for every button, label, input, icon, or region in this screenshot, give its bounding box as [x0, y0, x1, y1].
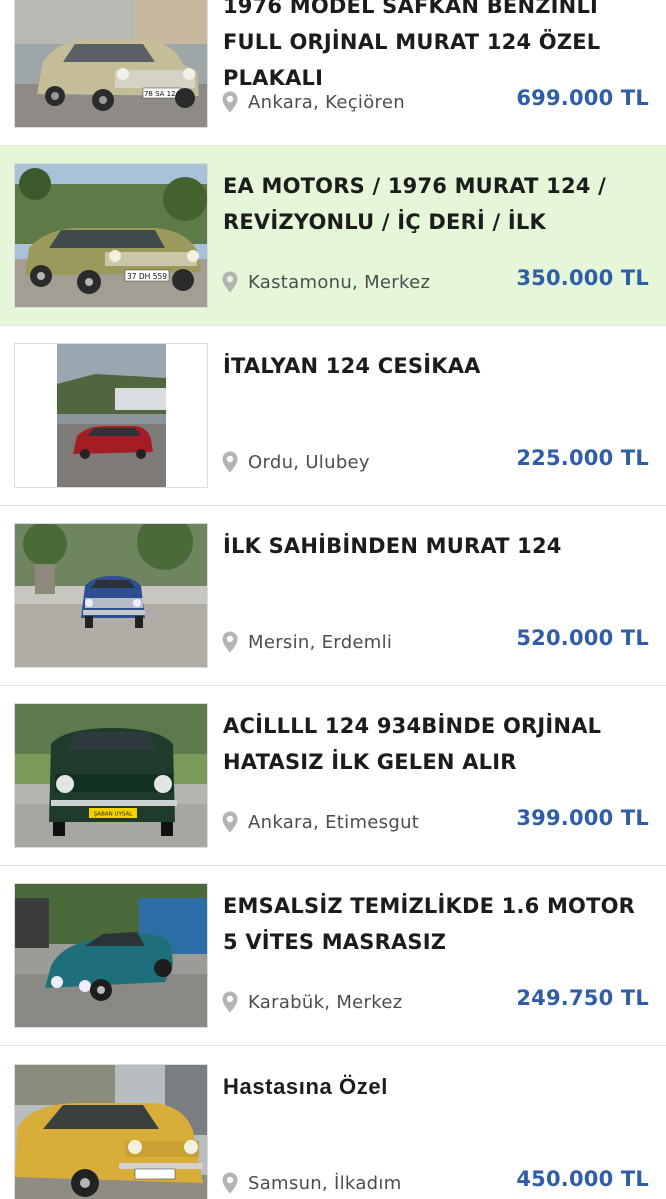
listing-card[interactable]: ŞABAN UYSAL ACİLLLL 124 934BİNDE ORJİNAL…: [0, 686, 666, 866]
listing-location: Samsun, İlkadım: [222, 1171, 402, 1195]
listing-photo[interactable]: [14, 343, 208, 488]
location-pin-icon: [222, 631, 238, 653]
listing-list: 78 SA 124 1976 MODEL SAFKAN BENZİNLİ FUL…: [0, 0, 666, 1199]
license-plate: ŞABAN UYSAL: [94, 812, 133, 818]
location-text: Samsun, İlkadım: [248, 1172, 402, 1194]
listing-card[interactable]: 78 SA 124 1976 MODEL SAFKAN BENZİNLİ FUL…: [0, 0, 666, 146]
listing-location: Mersin, Erdemli: [222, 630, 392, 654]
listing-card[interactable]: İTALYAN 124 CESİKAA Ordu, Ulubey 225.000…: [0, 326, 666, 506]
location-text: Ankara, Etimesgut: [248, 811, 420, 833]
location-pin-icon: [222, 91, 238, 113]
license-plate: 37 DH 559: [127, 272, 167, 281]
listing-price: 520.000 TL: [516, 626, 649, 650]
listing-location: Karabük, Merkez: [222, 990, 402, 1014]
listing-title[interactable]: 1976 MODEL SAFKAN BENZİNLİ FULL ORJİNAL …: [223, 0, 653, 96]
listing-price: 249.750 TL: [516, 986, 649, 1010]
listing-photo[interactable]: [14, 883, 208, 1028]
listing-card[interactable]: İLK SAHİBİNDEN MURAT 124 Mersin, Erdemli…: [0, 506, 666, 686]
listing-photo[interactable]: 78 SA 124: [14, 0, 208, 128]
listing-title[interactable]: EMSALSİZ TEMİZLİKDE 1.6 MOTOR 5 VİTES MA…: [223, 888, 653, 960]
listing-title[interactable]: Hastasına Özel: [223, 1069, 653, 1105]
listing-title[interactable]: İTALYAN 124 CESİKAA: [223, 348, 653, 384]
listing-price: 699.000 TL: [516, 86, 649, 110]
listing-title[interactable]: ACİLLLL 124 934BİNDE ORJİNAL HATASIZ İLK…: [223, 708, 653, 780]
listing-card[interactable]: EMSALSİZ TEMİZLİKDE 1.6 MOTOR 5 VİTES MA…: [0, 866, 666, 1046]
listing-title[interactable]: EA MOTORS / 1976 MURAT 124 / REVİZYONLU …: [223, 168, 653, 240]
location-pin-icon: [222, 451, 238, 473]
location-text: Ankara, Keçiören: [248, 91, 405, 113]
listing-location: Ordu, Ulubey: [222, 450, 370, 474]
location-text: Mersin, Erdemli: [248, 631, 393, 653]
listing-price: 450.000 TL: [516, 1167, 649, 1191]
location-pin-icon: [222, 991, 238, 1013]
listing-photo[interactable]: [14, 523, 208, 668]
listing-location: Ankara, Keçiören: [222, 90, 405, 114]
listing-price: 225.000 TL: [516, 446, 649, 470]
location-pin-icon: [222, 271, 238, 293]
location-pin-icon: [222, 811, 238, 833]
listing-card[interactable]: 37 DH 559 EA MOTORS / 1976 MURAT 124 / R…: [0, 146, 666, 326]
listing-price: 399.000 TL: [516, 806, 649, 830]
listing-photo[interactable]: 37 DH 559: [14, 163, 208, 308]
listing-photo[interactable]: [14, 1064, 208, 1199]
listing-title[interactable]: İLK SAHİBİNDEN MURAT 124: [223, 528, 653, 564]
location-text: Karabük, Merkez: [248, 991, 403, 1013]
listing-photo[interactable]: ŞABAN UYSAL: [14, 703, 208, 848]
location-pin-icon: [222, 1172, 238, 1194]
listing-price: 350.000 TL: [516, 266, 649, 290]
listing-location: Kastamonu, Merkez: [222, 270, 430, 294]
location-text: Kastamonu, Merkez: [248, 271, 431, 293]
listing-location: Ankara, Etimesgut: [222, 810, 419, 834]
listing-card[interactable]: Hastasına Özel Samsun, İlkadım 450.000 T…: [0, 1047, 666, 1199]
location-text: Ordu, Ulubey: [248, 451, 370, 473]
